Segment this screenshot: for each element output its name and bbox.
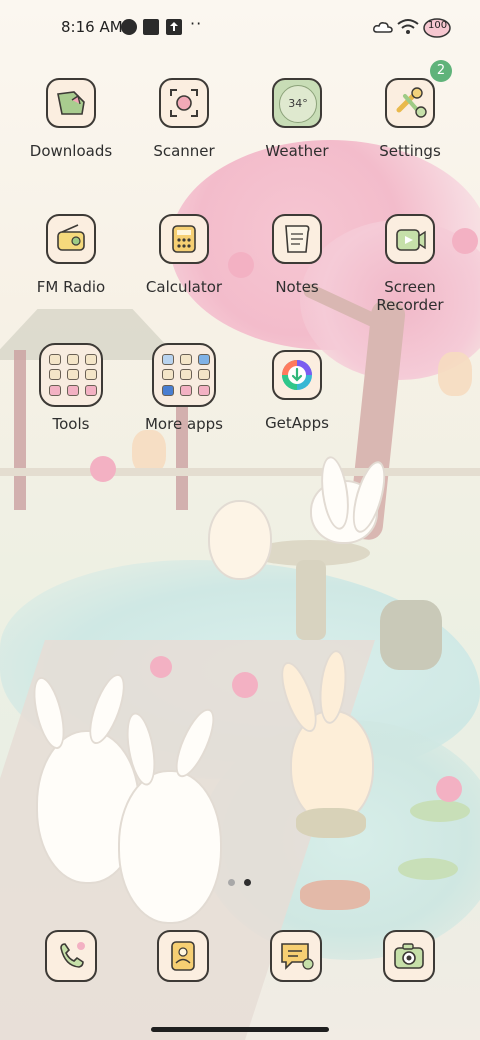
stone-pot — [380, 600, 442, 670]
app-label: Calculator — [145, 278, 223, 296]
contacts-icon — [157, 930, 209, 982]
cloud-icon — [372, 17, 394, 37]
app-label: GetApps — [265, 414, 329, 432]
bunny — [208, 500, 272, 580]
lily-pad — [398, 858, 458, 880]
app-label: Weather — [265, 142, 329, 160]
app-getapps[interactable]: GetApps — [241, 350, 353, 432]
stepping-stone — [296, 808, 366, 838]
folder-tools[interactable]: Tools — [15, 343, 127, 433]
mini-app-icon — [67, 354, 79, 365]
notification-badge: 2 — [430, 60, 452, 82]
app-label: Screen Recorder — [376, 278, 444, 314]
getapps-icon — [272, 350, 322, 400]
app-label: Downloads — [29, 142, 113, 160]
bunny — [118, 770, 222, 924]
stone-table-leg — [296, 560, 326, 640]
screen-recorder-icon — [385, 214, 435, 264]
dock-phone[interactable] — [45, 930, 97, 982]
upload-icon — [166, 19, 182, 35]
fence — [0, 468, 480, 476]
app-screen-recorder[interactable]: Screen Recorder — [354, 214, 466, 314]
app-fm-radio[interactable]: FM Radio — [15, 214, 127, 296]
mini-app-icon — [162, 354, 174, 365]
wifi-icon — [396, 17, 420, 37]
page-indicator-dot-active[interactable] — [244, 879, 251, 886]
lotus-flower — [232, 672, 258, 698]
stepping-stone — [300, 880, 370, 910]
mini-app-icon — [85, 369, 97, 381]
mini-app-icon — [180, 369, 192, 381]
mini-app-icon — [49, 384, 61, 396]
home-indicator[interactable] — [151, 1027, 329, 1032]
app-label: Scanner — [153, 142, 215, 160]
app-label: Settings — [379, 142, 441, 160]
mini-app-icon — [49, 354, 61, 365]
messages-icon — [270, 930, 322, 982]
weather-icon: 34° — [272, 78, 322, 128]
page-indicator-dot[interactable] — [228, 879, 235, 886]
folder-icon — [39, 343, 103, 407]
lily-pad — [410, 800, 470, 822]
battery-icon: 100 — [422, 17, 452, 38]
settings-icon — [385, 78, 435, 128]
more-notifications-icon: ·· — [190, 14, 203, 33]
mini-app-icon — [49, 369, 61, 381]
dock-contacts[interactable] — [157, 930, 209, 982]
app-label: Tools — [52, 415, 90, 433]
folder-icon — [152, 343, 216, 407]
mini-app-icon — [67, 384, 79, 396]
dock-camera[interactable] — [383, 930, 435, 982]
mini-app-icon — [198, 354, 210, 365]
mini-app-icon — [85, 384, 97, 396]
notification-square-icon — [143, 19, 159, 35]
calculator-icon — [159, 214, 209, 264]
mini-app-icon — [67, 369, 79, 381]
app-scanner[interactable]: Scanner — [128, 78, 240, 160]
lotus-flower — [436, 776, 462, 802]
app-notes[interactable]: Notes — [241, 214, 353, 296]
app-calculator[interactable]: Calculator — [128, 214, 240, 296]
app-label: FM Radio — [36, 278, 106, 296]
radio-icon — [46, 214, 96, 264]
lotus-flower — [150, 656, 172, 678]
scanner-icon — [159, 78, 209, 128]
app-label: Notes — [275, 278, 319, 296]
mini-app-icon — [162, 384, 174, 396]
status-bar: 8:16 AM ·· 100 — [0, 0, 480, 56]
app-settings[interactable]: Settings — [354, 78, 466, 160]
notes-icon — [272, 214, 322, 264]
folder-more-apps[interactable]: More apps — [128, 343, 240, 433]
mini-app-icon — [180, 384, 192, 396]
data-saver-icon — [121, 19, 137, 35]
weather-temperature: 34° — [279, 85, 317, 123]
lantern — [438, 352, 472, 396]
dock-messages[interactable] — [270, 930, 322, 982]
blossom — [90, 456, 116, 482]
mini-app-icon — [85, 354, 97, 365]
app-weather[interactable]: 34° Weather — [241, 78, 353, 160]
phone-icon — [45, 930, 97, 982]
app-downloads[interactable]: Downloads — [15, 78, 127, 160]
mini-app-icon — [198, 369, 210, 381]
status-time: 8:16 AM — [61, 18, 123, 36]
mini-app-icon — [162, 369, 174, 381]
mini-app-icon — [180, 354, 192, 365]
app-label: More apps — [144, 415, 223, 433]
mini-app-icon — [198, 384, 210, 396]
camera-icon — [383, 930, 435, 982]
battery-level: 100 — [428, 20, 448, 31]
download-folder-icon — [46, 78, 96, 128]
